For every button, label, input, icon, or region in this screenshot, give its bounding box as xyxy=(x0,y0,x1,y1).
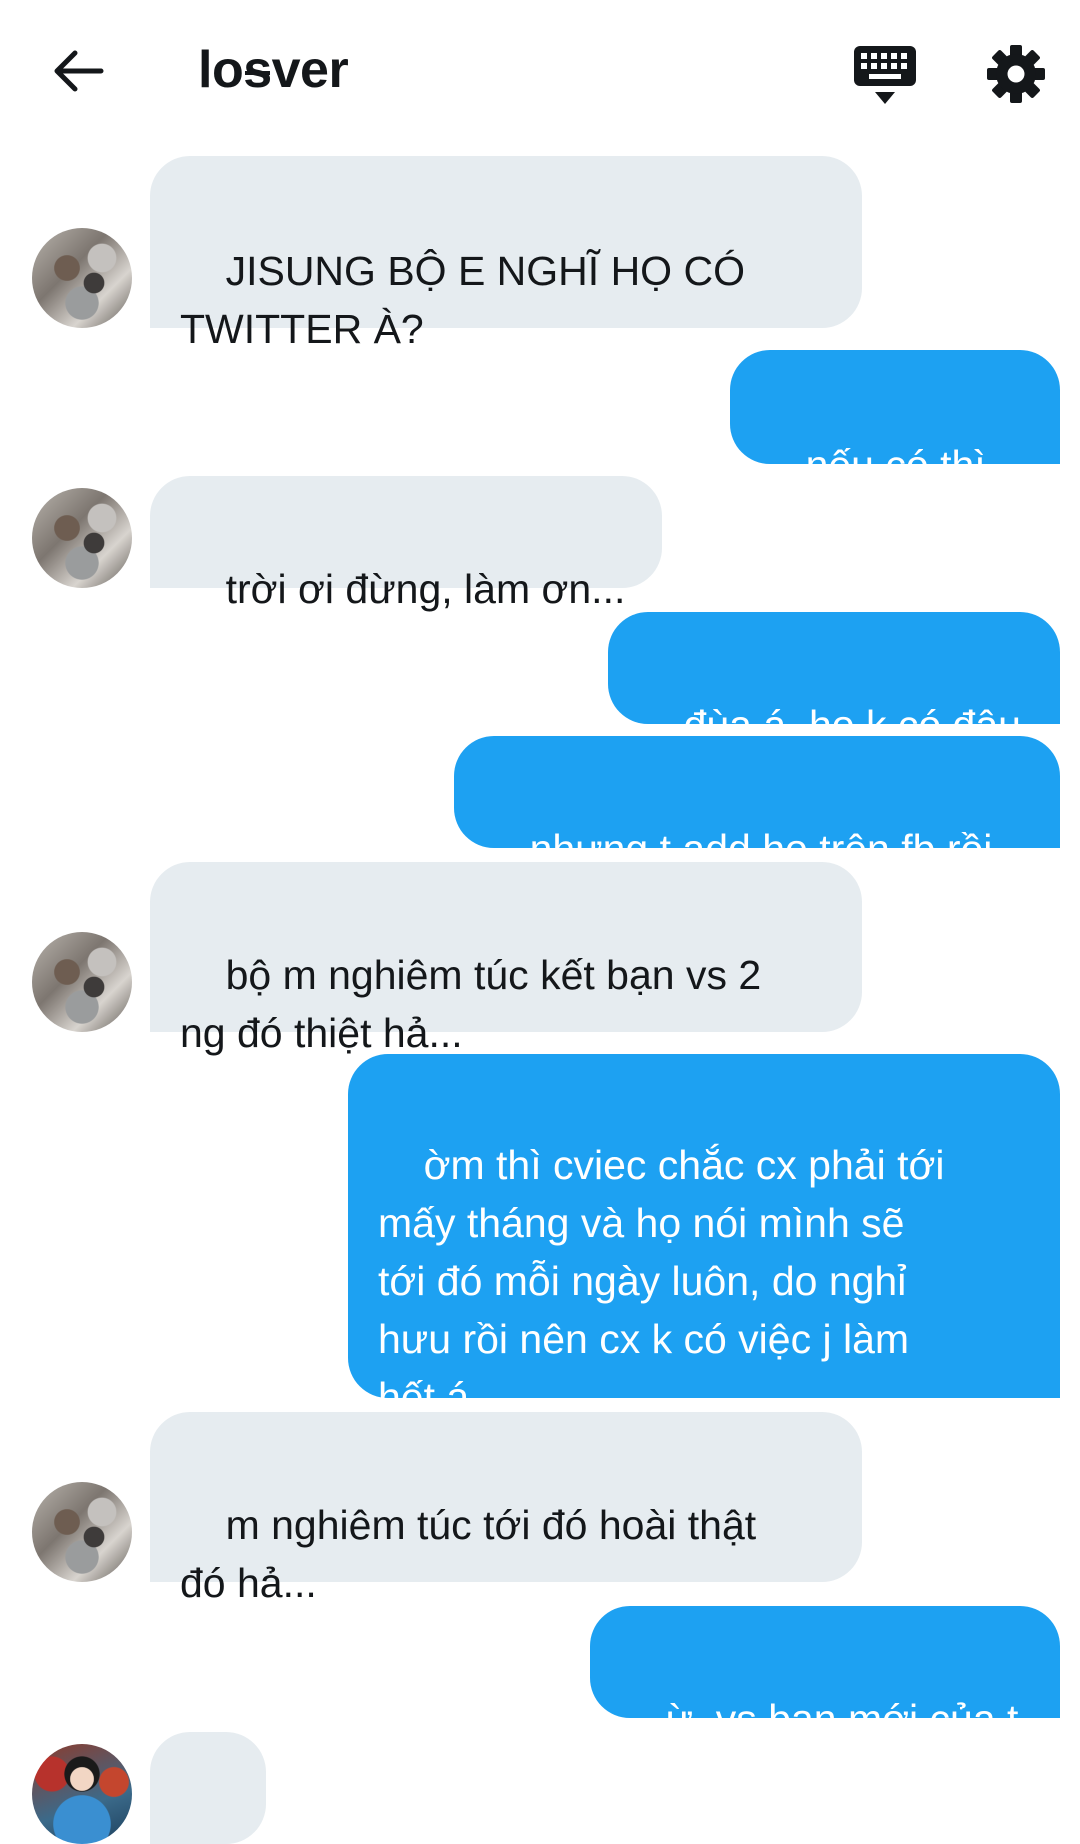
message-text: JISUNG BỘ E NGHĨ HỌ CÓ TWITTER À? xyxy=(180,248,745,352)
message-text: trời ơi đừng, làm ơn... xyxy=(225,566,626,612)
outgoing-message-bubble[interactable]: nếu có thì s? xyxy=(730,350,1060,546)
incoming-emoji-bubble[interactable] xyxy=(150,1732,266,1844)
back-arrow-icon xyxy=(54,50,104,92)
dm-conversation-screen: losver JISUNG BỘ E NGHĨ HỌ CÓ TWITTER À?… xyxy=(0,0,1080,1844)
incoming-message-bubble[interactable]: bộ m nghiêm túc kết bạn vs 2 ng đó thiệt… xyxy=(150,862,862,1056)
gear-icon xyxy=(987,45,1045,103)
user-avatar[interactable] xyxy=(32,1744,132,1844)
keyboard-icon xyxy=(854,46,916,104)
conversation-title: losver xyxy=(198,40,349,100)
title-text-end: ver xyxy=(271,41,349,99)
contact-avatar[interactable] xyxy=(32,228,132,328)
incoming-message-bubble[interactable]: trời ơi đừng, làm ơn... xyxy=(150,476,662,612)
outgoing-message-bubble[interactable]: ờm thì cviec chắc cx phải tới mấy tháng … xyxy=(348,1054,1060,1420)
title-text-start: lo xyxy=(198,41,244,99)
title-text-struck: s xyxy=(243,41,272,99)
keyboard-toggle-button[interactable] xyxy=(852,44,918,106)
settings-button[interactable] xyxy=(986,44,1046,104)
message-text: ừ. vs bạn mới của t xyxy=(665,1696,1019,1742)
contact-avatar[interactable] xyxy=(32,488,132,588)
incoming-message-bubble[interactable]: JISUNG BỘ E NGHĨ HỌ CÓ TWITTER À? xyxy=(150,156,862,352)
message-text: bộ m nghiêm túc kết bạn vs 2 ng đó thiệt… xyxy=(180,952,762,1056)
message-text: m nghiêm túc tới đó hoài thật đó hả... xyxy=(180,1502,757,1606)
conversation-header: losver xyxy=(0,0,1080,140)
outgoing-message-bubble[interactable]: đùa á, họ k có đâu xyxy=(608,612,1060,748)
outgoing-message-bubble[interactable]: ừ. vs bạn mới của t xyxy=(590,1606,1060,1742)
back-button[interactable] xyxy=(44,36,114,106)
incoming-message-bubble[interactable]: m nghiêm túc tới đó hoài thật đó hả... xyxy=(150,1412,862,1606)
message-text: nếu có thì s? xyxy=(760,442,998,546)
contact-avatar[interactable] xyxy=(32,932,132,1032)
outgoing-message-bubble[interactable]: nhưng t add họ trên fb rồi xyxy=(454,736,1060,872)
message-text: ờm thì cviec chắc cx phải tới mấy tháng … xyxy=(378,1142,945,1420)
contact-avatar[interactable] xyxy=(32,1482,132,1582)
